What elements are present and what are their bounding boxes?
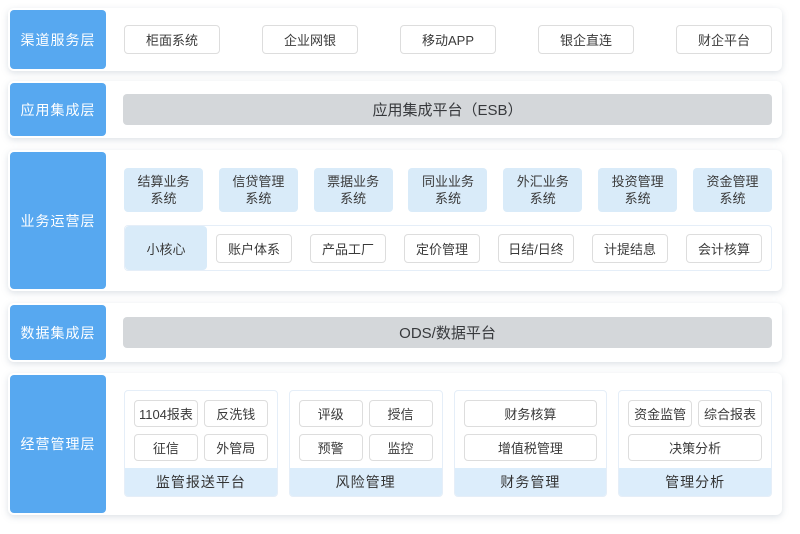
group-financial-management: 财务核算 增值税管理 财务管理: [454, 390, 608, 497]
layer-management: 经营管理层 1104报表 反洗钱 征信 外管局 监管报送平台: [8, 373, 782, 515]
group-risk-management: 评级 授信 预警 监控 风险管理: [289, 390, 443, 497]
layer-label-channel-service: 渠道服务层: [10, 10, 106, 69]
group-footer-regulatory-reporting: 监管报送平台: [125, 468, 277, 496]
channel-box-finance-enterprise-platform: 财企平台: [676, 25, 772, 54]
channel-box-mobile-app: 移动APP: [400, 25, 496, 54]
core-box-pricing-management: 定价管理: [404, 234, 480, 263]
core-box-product-factory: 产品工厂: [310, 234, 386, 263]
group-box-safe-bureau: 外管局: [204, 434, 268, 461]
mini-core-highlight-box: 小核心: [125, 226, 207, 270]
group-box-monitoring: 监控: [369, 434, 433, 461]
group-box-financial-accounting: 财务核算: [464, 400, 598, 427]
layer-business-operations: 业务运营层 结算业务 系统 信贷管理 系统 票据业务 系统 同业业务 系统: [8, 150, 782, 291]
channel-box-bank-enterprise-link: 银企直连: [538, 25, 634, 54]
core-box-day-end: 日结/日终: [498, 234, 574, 263]
layer-label-data-integration: 数据集成层: [10, 305, 106, 360]
layer-label-app-integration: 应用集成层: [10, 83, 106, 136]
group-box-credit-reference: 征信: [134, 434, 198, 461]
system-box-bills: 票据业务 系统: [314, 168, 393, 212]
system-box-treasury: 资金管理 系统: [693, 168, 772, 212]
group-footer-management-analysis: 管理分析: [619, 468, 771, 496]
system-box-credit: 信贷管理 系统: [219, 168, 298, 212]
group-box-vat-management: 增值税管理: [464, 434, 598, 461]
group-box-anti-money-laundering: 反洗钱: [204, 400, 268, 427]
channel-box-counter-system: 柜面系统: [124, 25, 220, 54]
layer-channel-service: 渠道服务层 柜面系统 企业网银 移动APP 银企直连 财企平台: [8, 8, 782, 71]
ods-platform-bar: ODS/数据平台: [123, 317, 772, 348]
channel-box-corporate-ebank: 企业网银: [262, 25, 358, 54]
core-box-account-system: 账户体系: [216, 234, 292, 263]
core-box-accounting: 会计核算: [686, 234, 762, 263]
layer-label-management: 经营管理层: [10, 375, 106, 513]
layer-data-integration: 数据集成层 ODS/数据平台: [8, 303, 782, 362]
core-box-accrual-interest: 计提结息: [592, 234, 668, 263]
group-footer-risk-management: 风险管理: [290, 468, 442, 496]
group-box-decision-analysis: 决策分析: [628, 434, 762, 461]
group-box-credit-granting: 授信: [369, 400, 433, 427]
group-footer-financial-management: 财务管理: [455, 468, 607, 496]
group-box-early-warning: 预警: [299, 434, 363, 461]
esb-platform-bar: 应用集成平台（ESB）: [123, 94, 772, 125]
system-box-forex: 外汇业务 系统: [503, 168, 582, 212]
group-box-fund-supervision: 资金监管: [628, 400, 692, 427]
system-box-investment: 投资管理 系统: [598, 168, 677, 212]
channel-items-row: 柜面系统 企业网银 移动APP 银企直连 财企平台: [124, 8, 772, 71]
system-box-settlement: 结算业务 系统: [124, 168, 203, 212]
architecture-diagram: 渠道服务层 柜面系统 企业网银 移动APP 银企直连 财企平台 应用集成层 应用…: [0, 0, 800, 534]
mini-core-container: 小核心 账户体系 产品工厂 定价管理 日结/日终 计提结息 会计核算: [124, 225, 772, 271]
group-regulatory-reporting: 1104报表 反洗钱 征信 外管局 监管报送平台: [124, 390, 278, 497]
group-box-rating: 评级: [299, 400, 363, 427]
system-box-interbank: 同业业务 系统: [408, 168, 487, 212]
business-systems-row: 结算业务 系统 信贷管理 系统 票据业务 系统 同业业务 系统 外汇业务 系: [124, 168, 772, 212]
layer-app-integration: 应用集成层 应用集成平台（ESB）: [8, 81, 782, 138]
group-box-comprehensive-report: 综合报表: [698, 400, 762, 427]
layer-label-business-operations: 业务运营层: [10, 152, 106, 289]
group-management-analysis: 资金监管 综合报表 决策分析 管理分析: [618, 390, 772, 497]
group-box-1104-report: 1104报表: [134, 400, 198, 427]
